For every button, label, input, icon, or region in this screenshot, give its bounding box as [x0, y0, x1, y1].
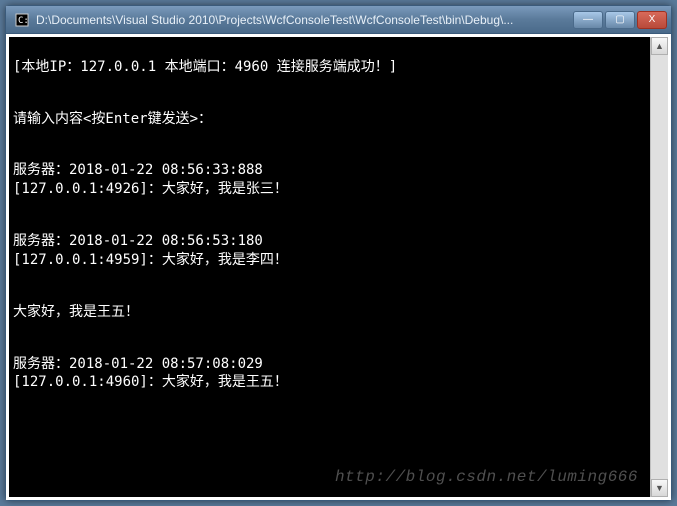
app-icon: C: [14, 12, 30, 28]
scroll-track[interactable] [651, 55, 668, 479]
titlebar[interactable]: C: D:\Documents\Visual Studio 2010\Proje… [6, 6, 671, 34]
console-output[interactable]: [本地IP：127.0.0.1 本地端口：4960 连接服务端成功！] 请输入内… [9, 37, 650, 497]
client-line: [127.0.0.1:4960]：大家好，我是王五！ [13, 374, 288, 390]
client-line: [127.0.0.1:4959]：大家好，我是李四！ [13, 252, 288, 268]
watermark-text: http://blog.csdn.net/luming666 [335, 467, 638, 489]
server-line: 服务器：2018-01-22 08:56:33:888 [13, 162, 263, 178]
header-line: [本地IP：127.0.0.1 本地端口：4960 连接服务端成功！] [13, 59, 397, 75]
vertical-scrollbar[interactable]: ▲ ▼ [650, 37, 668, 497]
server-line: 服务器：2018-01-22 08:57:08:029 [13, 356, 263, 372]
minimize-button[interactable]: — [573, 11, 603, 29]
maximize-button[interactable]: ▢ [605, 11, 635, 29]
scroll-down-button[interactable]: ▼ [651, 479, 668, 497]
window-controls: — ▢ X [573, 11, 667, 29]
svg-text:C:: C: [18, 16, 29, 26]
server-line: 服务器：2018-01-22 08:56:53:180 [13, 233, 263, 249]
console-frame: [本地IP：127.0.0.1 本地端口：4960 连接服务端成功！] 请输入内… [6, 34, 671, 500]
prompt-line: 请输入内容<按Enter键发送>： [13, 111, 212, 127]
console-window: C: D:\Documents\Visual Studio 2010\Proje… [5, 5, 672, 501]
close-button[interactable]: X [637, 11, 667, 29]
window-title: D:\Documents\Visual Studio 2010\Projects… [36, 13, 573, 27]
scroll-up-button[interactable]: ▲ [651, 37, 668, 55]
user-input-line: 大家好，我是王五！ [13, 304, 139, 320]
client-line: [127.0.0.1:4926]：大家好，我是张三！ [13, 181, 288, 197]
